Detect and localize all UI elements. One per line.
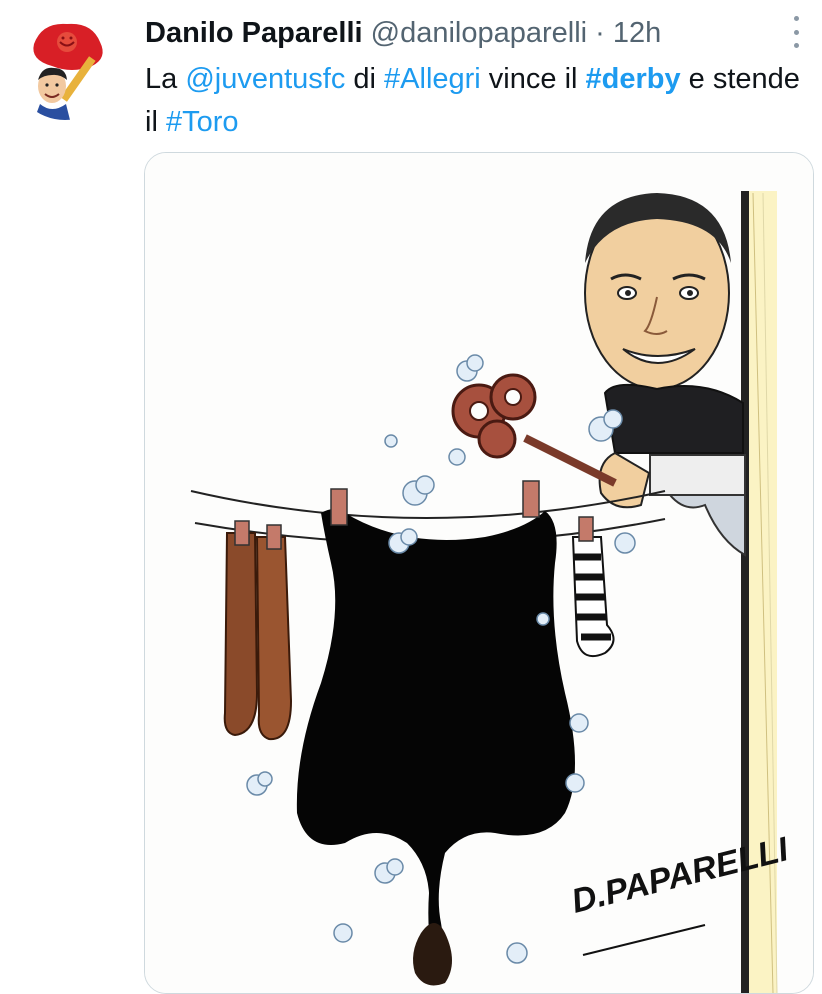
tweet-header: Danilo Paparelli @danilopaparelli · 12h <box>145 14 772 52</box>
tweet-text-part: di <box>345 63 385 95</box>
tweet-text: La @juventusfc di #Allegri vince il #der… <box>145 58 805 144</box>
author-avatar[interactable] <box>12 14 118 120</box>
meta-separator: · <box>595 17 605 49</box>
more-dots-icon[interactable] <box>786 16 806 48</box>
hashtag-derby[interactable]: #derby <box>586 63 681 95</box>
tweet-text-part: La <box>145 63 186 95</box>
mention-link[interactable]: @juventusfc <box>185 63 345 95</box>
hashtag-toro[interactable]: #Toro <box>166 106 239 138</box>
hashtag-allegri[interactable]: #Allegri <box>384 63 481 95</box>
tweet-media-image[interactable]: D.PAPARELLI <box>144 152 814 994</box>
author-name[interactable]: Danilo Paparelli <box>145 17 363 49</box>
tweet-timestamp[interactable]: 12h <box>613 17 661 49</box>
author-handle[interactable]: @danilopaparelli <box>371 17 587 49</box>
cartoon-illustration: D.PAPARELLI <box>145 153 813 993</box>
tweet-text-part: vince il <box>480 63 586 95</box>
